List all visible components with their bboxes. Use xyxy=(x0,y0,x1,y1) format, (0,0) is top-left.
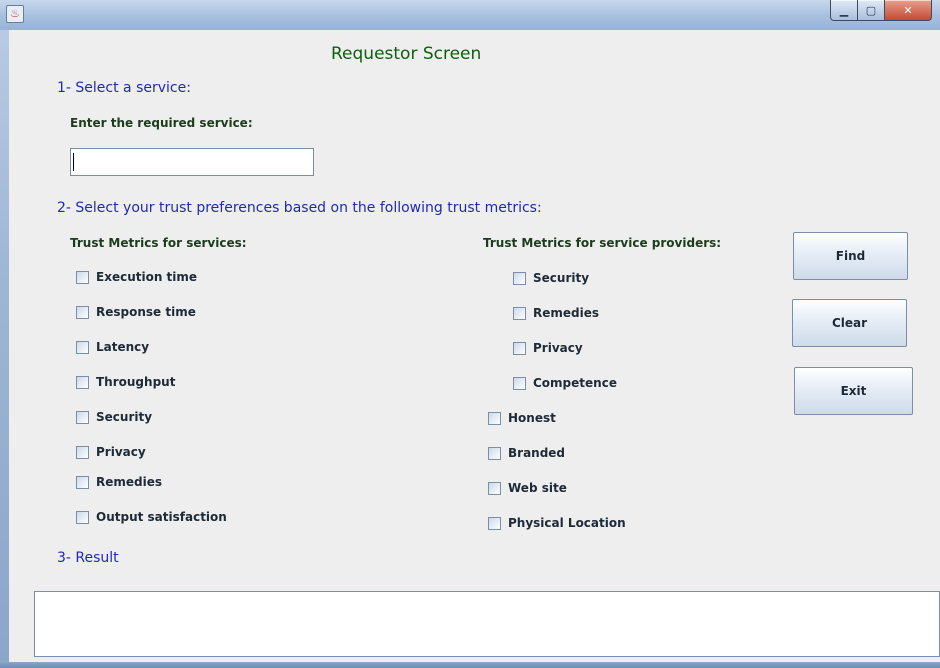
title-bar[interactable]: ♨ ▁ ▢ ✕ xyxy=(0,0,940,30)
window-title xyxy=(28,6,258,20)
providers-checkbox-branded[interactable]: Branded xyxy=(488,444,565,462)
java-icon[interactable]: ♨ xyxy=(6,5,24,23)
checkbox-icon[interactable] xyxy=(76,305,89,319)
minimize-icon[interactable]: ▁ xyxy=(830,0,858,21)
window-controls: ▁ ▢ ✕ xyxy=(830,0,932,22)
result-area[interactable] xyxy=(34,591,940,657)
checkbox-label: Output satisfaction xyxy=(96,510,227,524)
checkbox-label: Security xyxy=(96,410,153,424)
exit-button[interactable]: Exit xyxy=(794,367,913,415)
checkbox-label: Competence xyxy=(533,376,617,390)
checkbox-icon[interactable] xyxy=(76,475,89,489)
providers-checkbox-physical-location[interactable]: Physical Location xyxy=(488,514,626,532)
checkbox-icon[interactable] xyxy=(513,341,526,355)
checkbox-label: Branded xyxy=(508,446,566,460)
providers-metrics-header: Trust Metrics for service providers: xyxy=(483,236,722,250)
services-checkbox-execution-time[interactable]: Execution time xyxy=(76,268,197,286)
checkbox-label: Execution time xyxy=(96,270,198,284)
step2-title: 2- Select your trust preferences based o… xyxy=(57,200,542,216)
service-field-label: Enter the required service: xyxy=(70,116,253,130)
page-title: Requestor Screen xyxy=(331,44,482,64)
checkbox-icon[interactable] xyxy=(488,481,501,495)
service-input[interactable] xyxy=(70,148,314,176)
checkbox-label: Response time xyxy=(96,305,196,319)
services-checkbox-security[interactable]: Security xyxy=(76,408,152,426)
providers-checkbox-competence[interactable]: Competence xyxy=(513,374,617,392)
checkbox-label: Web site xyxy=(508,481,567,495)
checkbox-icon[interactable] xyxy=(513,306,526,320)
services-checkbox-response-time[interactable]: Response time xyxy=(76,303,196,321)
services-metrics-header: Trust Metrics for services: xyxy=(70,236,247,250)
checkbox-icon[interactable] xyxy=(513,376,526,390)
step3-title: 3- Result xyxy=(57,550,119,566)
checkbox-label: Privacy xyxy=(96,445,146,459)
providers-checkbox-web-site[interactable]: Web site xyxy=(488,479,567,497)
providers-checkbox-security[interactable]: Security xyxy=(513,269,589,287)
providers-checkbox-privacy[interactable]: Privacy xyxy=(513,339,583,357)
checkbox-label: Privacy xyxy=(533,341,583,355)
providers-checkbox-honest[interactable]: Honest xyxy=(488,409,556,427)
checkbox-icon[interactable] xyxy=(76,410,89,424)
text-caret xyxy=(73,153,74,171)
services-checkbox-privacy[interactable]: Privacy xyxy=(76,443,146,461)
checkbox-label: Remedies xyxy=(533,306,600,320)
services-checkbox-output-satisfaction[interactable]: Output satisfaction xyxy=(76,508,227,526)
checkbox-icon[interactable] xyxy=(76,270,89,284)
checkbox-label: Throughput xyxy=(96,375,176,389)
checkbox-icon[interactable] xyxy=(76,445,89,459)
checkbox-label: Honest xyxy=(508,411,556,425)
checkbox-icon[interactable] xyxy=(76,375,89,389)
app-window: ♨ ▁ ▢ ✕ Requestor Screen 1- Select a ser… xyxy=(0,0,940,668)
checkbox-icon[interactable] xyxy=(488,446,501,460)
clear-button[interactable]: Clear xyxy=(792,299,907,347)
services-checkbox-throughput[interactable]: Throughput xyxy=(76,373,175,391)
checkbox-label: Physical Location xyxy=(508,516,626,530)
step1-title: 1- Select a service: xyxy=(57,80,191,96)
find-button[interactable]: Find xyxy=(793,232,908,280)
checkbox-icon[interactable] xyxy=(76,510,89,524)
checkbox-icon[interactable] xyxy=(488,411,501,425)
services-checkbox-latency[interactable]: Latency xyxy=(76,338,149,356)
providers-checkbox-remedies[interactable]: Remedies xyxy=(513,304,599,322)
window-bottom-border xyxy=(0,662,940,668)
checkbox-label: Security xyxy=(533,271,590,285)
checkbox-icon[interactable] xyxy=(488,516,501,530)
maximize-icon[interactable]: ▢ xyxy=(858,0,885,21)
checkbox-label: Latency xyxy=(96,340,150,354)
main-panel: Requestor Screen 1- Select a service: En… xyxy=(9,30,940,662)
services-checkbox-remedies[interactable]: Remedies xyxy=(76,473,162,491)
checkbox-icon[interactable] xyxy=(513,271,526,285)
checkbox-icon[interactable] xyxy=(76,340,89,354)
checkbox-label: Remedies xyxy=(96,475,163,489)
close-icon[interactable]: ✕ xyxy=(885,0,932,21)
